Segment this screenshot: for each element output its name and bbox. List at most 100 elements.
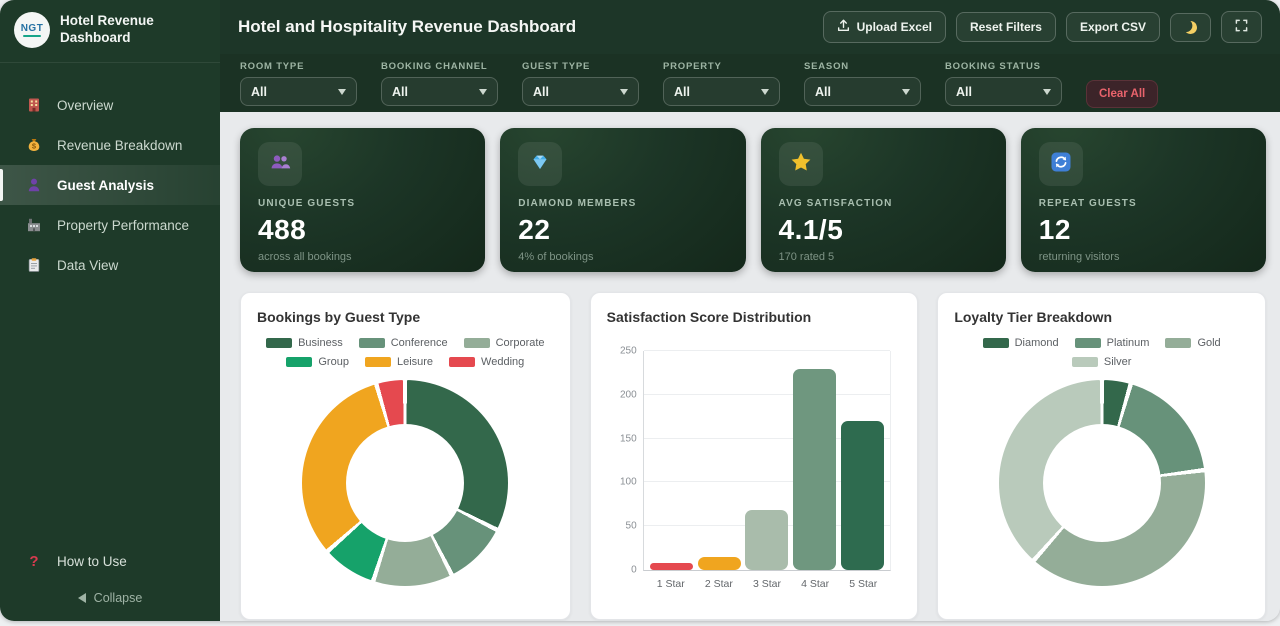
kpi-value: 4.1/5 [779,214,988,246]
upload-excel-button[interactable]: Upload Excel [823,11,946,43]
bar-5-star [841,421,884,570]
filter-group-season: SEASONAll [804,61,921,106]
clear-all-button[interactable]: Clear All [1086,80,1158,108]
sidebar-item-label: Revenue Breakdown [57,138,182,153]
filter-group-property: PROPERTYAll [663,61,780,106]
x-axis-label: 5 Star [842,578,885,590]
sidebar-title: Hotel Revenue Dashboard [60,13,206,47]
kpi-label: AVG SATISFACTION [779,198,988,209]
sidebar-item-guest-analysis[interactable]: Guest Analysis [0,165,220,205]
filter-group-booking-status: BOOKING STATUS All [945,61,1062,106]
person-icon [25,176,43,194]
kpi-label: REPEAT GUESTS [1039,198,1248,209]
legend-swatch [359,338,385,348]
money-bag-icon: $ [25,136,43,154]
factory-icon [25,216,43,234]
filter-select-value: All [956,85,972,99]
sidebar-item-label: Property Performance [57,218,189,233]
sidebar-spacer [0,285,220,542]
filter-select-season[interactable]: All [804,77,921,106]
legend-label: Leisure [397,356,433,368]
theme-toggle-button[interactable] [1170,13,1211,42]
app-window: NGT Hotel Revenue Dashboard Overview $ Rev… [0,0,1280,621]
sidebar-item-revenue-breakdown[interactable]: $ Revenue Breakdown [0,125,220,165]
legend-label: Wedding [481,356,524,368]
moon-icon [1183,19,1199,35]
chevron-down-icon [620,89,628,95]
kpi-card-avg-satisfaction: AVG SATISFACTION 4.1/5 170 rated 5 [761,128,1006,272]
chevron-down-icon [479,89,487,95]
filter-select-value: All [533,85,549,99]
filter-label: BOOKING CHANNEL [381,61,498,72]
reset-filters-button[interactable]: Reset Filters [956,12,1056,42]
hotel-icon [25,96,43,114]
donut-wrap [257,380,554,586]
legend-swatch [464,338,490,348]
legend-swatch [1072,357,1098,367]
guest-type-donut-chart [302,380,508,586]
kpi-sublabel: returning visitors [1039,251,1248,263]
y-axis-tick-label: 100 [620,477,637,488]
filter-select-value: All [674,85,690,99]
kpi-sublabel: 4% of bookings [518,251,727,263]
sidebar-item-property-performance[interactable]: Property Performance [0,205,220,245]
chevron-down-icon [338,89,346,95]
legend-item-platinum: Platinum [1075,337,1150,349]
main-area: Hotel and Hospitality Revenue Dashboard … [220,0,1280,621]
kpi-label: DIAMOND MEMBERS [518,198,727,209]
fullscreen-button[interactable] [1221,11,1262,43]
collapse-button[interactable]: Collapse [0,581,220,621]
chevron-down-icon [761,89,769,95]
repeat-icon [1050,151,1072,178]
satisfaction-bar-chart: 050100150200250 [643,351,892,571]
filter-select-booking-channel[interactable]: All [381,77,498,106]
filter-group-guest-type: GUEST TYPEAll [522,61,639,106]
legend-label: Silver [1104,356,1132,368]
filter-label: BOOKING STATUS [945,61,1062,72]
legend-item-silver: Silver [1072,356,1132,368]
bar-4-star [793,369,836,570]
bars-group [644,351,891,570]
bar-chart-x-labels: 1 Star2 Star3 Star4 Star5 Star [643,578,892,590]
topbar: Hotel and Hospitality Revenue Dashboard … [220,0,1280,54]
filter-select-booking-status[interactable]: All [945,77,1062,106]
reset-filters-label: Reset Filters [970,20,1042,34]
export-csv-label: Export CSV [1080,20,1146,34]
kpi-value: 22 [518,214,727,246]
legend-label: Gold [1197,337,1220,349]
chart-title: Satisfaction Score Distribution [607,309,902,325]
sidebar-nav: Overview $ Revenue Breakdown Guest Analysis… [0,85,220,285]
chart-card-loyalty-tier: Loyalty Tier Breakdown DiamondPlatinumGo… [937,292,1266,620]
legend-swatch [1165,338,1191,348]
y-axis-tick-label: 150 [620,433,637,444]
y-axis-tick-label: 200 [620,389,637,400]
filter-select-room-type[interactable]: All [240,77,357,106]
kpi-sublabel: 170 rated 5 [779,251,988,263]
logo-text: NGT [21,23,44,34]
filter-group-room-type: ROOM TYPEAll [240,61,357,106]
legend-item-diamond: Diamond [983,337,1059,349]
collapse-arrow-icon [78,593,86,603]
legend-label: Platinum [1107,337,1150,349]
page-title: Hotel and Hospitality Revenue Dashboard [238,17,813,37]
filter-select-guest-type[interactable]: All [522,77,639,106]
filter-group-booking-channel: BOOKING CHANNEL All [381,61,498,106]
sidebar-item-data-view[interactable]: Data View [0,245,220,285]
legend-label: Conference [391,337,448,349]
sidebar-item-overview[interactable]: Overview [0,85,220,125]
star-icon [790,151,812,178]
sidebar-item-label: Guest Analysis [57,178,154,193]
users-icon [269,151,291,178]
filter-select-property[interactable]: All [663,77,780,106]
legend-swatch [266,338,292,348]
sidebar-item-how-to-use[interactable]: ? How to Use [0,542,220,581]
fullscreen-icon [1235,19,1248,35]
chart-card-satisfaction-distribution: Satisfaction Score Distribution 05010015… [590,292,919,620]
legend-label: Business [298,337,343,349]
kpi-value: 12 [1039,214,1248,246]
sidebar: NGT Hotel Revenue Dashboard Overview $ Rev… [0,0,220,621]
x-axis-label: 1 Star [649,578,692,590]
guest-type-legend: BusinessConferenceCorporateGroupLeisureW… [257,335,554,368]
legend-swatch [286,357,312,367]
export-csv-button[interactable]: Export CSV [1066,12,1160,42]
